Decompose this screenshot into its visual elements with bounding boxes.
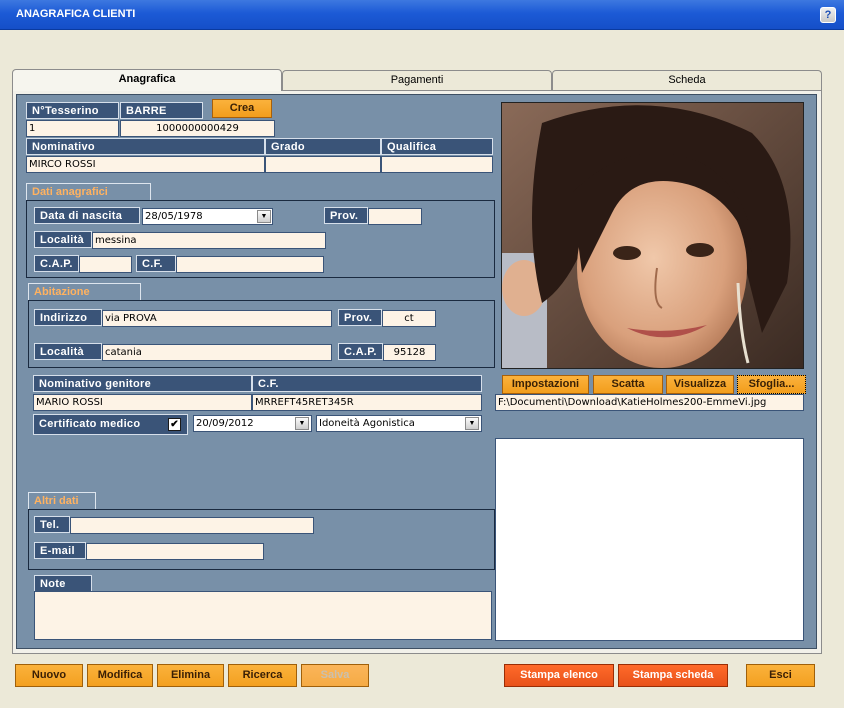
abitazione-prov-field[interactable]: ct — [382, 310, 436, 327]
tab-anagrafica[interactable]: Anagrafica — [12, 69, 282, 91]
note-textarea[interactable] — [34, 591, 492, 640]
nominativo-field[interactable]: MIRCO ROSSI — [26, 156, 265, 173]
certificato-date-value: 20/09/2012 — [196, 418, 254, 429]
abitazione-localita-field[interactable]: catania — [102, 344, 332, 361]
note-label: Note — [34, 575, 92, 592]
crea-button[interactable]: Crea — [212, 99, 272, 118]
nascita-cap-label: C.A.P. — [34, 255, 79, 272]
abitazione-cap-field[interactable]: 95128 — [383, 344, 436, 361]
nascita-dropdown-icon[interactable]: ▼ — [257, 210, 271, 223]
nascita-prov-label: Prov. — [324, 207, 368, 224]
barre-field[interactable]: 1000000000429 — [120, 120, 275, 137]
tab-pagamenti[interactable]: Pagamenti — [282, 70, 552, 90]
certificato-type-value: Idoneità Agonistica — [319, 418, 415, 429]
photo-path-field[interactable]: F:\Documenti\Download\KatieHolmes200-Emm… — [495, 394, 804, 411]
nascita-prov-field[interactable] — [368, 208, 422, 225]
elimina-button[interactable]: Elimina — [157, 664, 224, 687]
nascita-dropdown[interactable]: 28/05/1978 — [142, 208, 273, 225]
ricerca-button[interactable]: Ricerca — [228, 664, 297, 687]
impostazioni-button[interactable]: Impostazioni — [502, 375, 589, 394]
abitazione-localita-label: Località — [34, 343, 102, 360]
tessera-field[interactable]: 1 — [26, 120, 119, 137]
visualizza-button[interactable]: Visualizza — [666, 375, 734, 394]
nascita-value: 28/05/1978 — [145, 211, 203, 222]
salva-button[interactable]: Salva — [301, 664, 369, 687]
email-label: E-mail — [34, 542, 86, 559]
qualifica-label: Qualifica — [381, 138, 493, 155]
grado-label: Grado — [265, 138, 381, 155]
window-title: ANAGRAFICA CLIENTI — [16, 8, 136, 20]
genitore-cf-label: C.F. — [252, 375, 482, 392]
nascita-cap-field[interactable] — [79, 256, 132, 273]
indirizzo-label: Indirizzo — [34, 309, 102, 326]
nascita-label: Data di nascita — [34, 207, 140, 224]
qualifica-field[interactable] — [381, 156, 493, 173]
esci-button[interactable]: Esci — [746, 664, 815, 687]
indirizzo-field[interactable]: via PROVA — [102, 310, 332, 327]
barre-label: BARRE — [120, 102, 203, 119]
certificato-date-dropdown-icon[interactable]: ▼ — [295, 417, 309, 430]
nascita-localita-field[interactable]: messina — [92, 232, 326, 249]
abitazione-cap-label: C.A.P. — [338, 343, 383, 360]
customer-photo-image — [502, 103, 803, 368]
certificato-label: Certificato medico — [33, 414, 188, 435]
certificato-type-dropdown-icon[interactable]: ▼ — [465, 417, 479, 430]
dati-anagrafici-title: Dati anagrafici — [26, 183, 151, 200]
nascita-localita-label: Località — [34, 231, 92, 248]
nuovo-button[interactable]: Nuovo — [15, 664, 83, 687]
abitazione-prov-label: Prov. — [338, 309, 382, 326]
photo-preview-panel — [495, 438, 804, 641]
nominativo-label: Nominativo — [26, 138, 265, 155]
tessera-label: N°Tesserino — [26, 102, 119, 119]
certificato-label-text: Certificato medico — [39, 418, 141, 430]
scatta-button[interactable]: Scatta — [593, 375, 663, 394]
altri-dati-title: Altri dati — [28, 492, 96, 509]
genitore-field[interactable]: MARIO ROSSI — [33, 394, 252, 411]
abitazione-title: Abitazione — [28, 283, 141, 300]
customer-photo — [501, 102, 804, 369]
cf-label: C.F. — [136, 255, 176, 272]
tab-scheda[interactable]: Scheda — [552, 70, 822, 90]
email-field[interactable] — [86, 543, 264, 560]
genitore-label: Nominativo genitore — [33, 375, 252, 392]
stampa-elenco-button[interactable]: Stampa elenco — [504, 664, 614, 687]
help-button[interactable]: ? — [820, 7, 836, 23]
genitore-cf-field[interactable]: MRREFT45RET345R — [252, 394, 482, 411]
sfoglia-button[interactable]: Sfoglia... — [737, 375, 806, 394]
stampa-scheda-button[interactable]: Stampa scheda — [618, 664, 728, 687]
tel-field[interactable] — [70, 517, 314, 534]
grado-field[interactable] — [265, 156, 381, 173]
tel-label: Tel. — [34, 516, 70, 533]
cf-field[interactable] — [176, 256, 324, 273]
modifica-button[interactable]: Modifica — [87, 664, 153, 687]
certificato-checkbox[interactable]: ✔ — [168, 418, 181, 431]
certificato-type-dropdown[interactable]: Idoneità Agonistica — [316, 415, 482, 432]
